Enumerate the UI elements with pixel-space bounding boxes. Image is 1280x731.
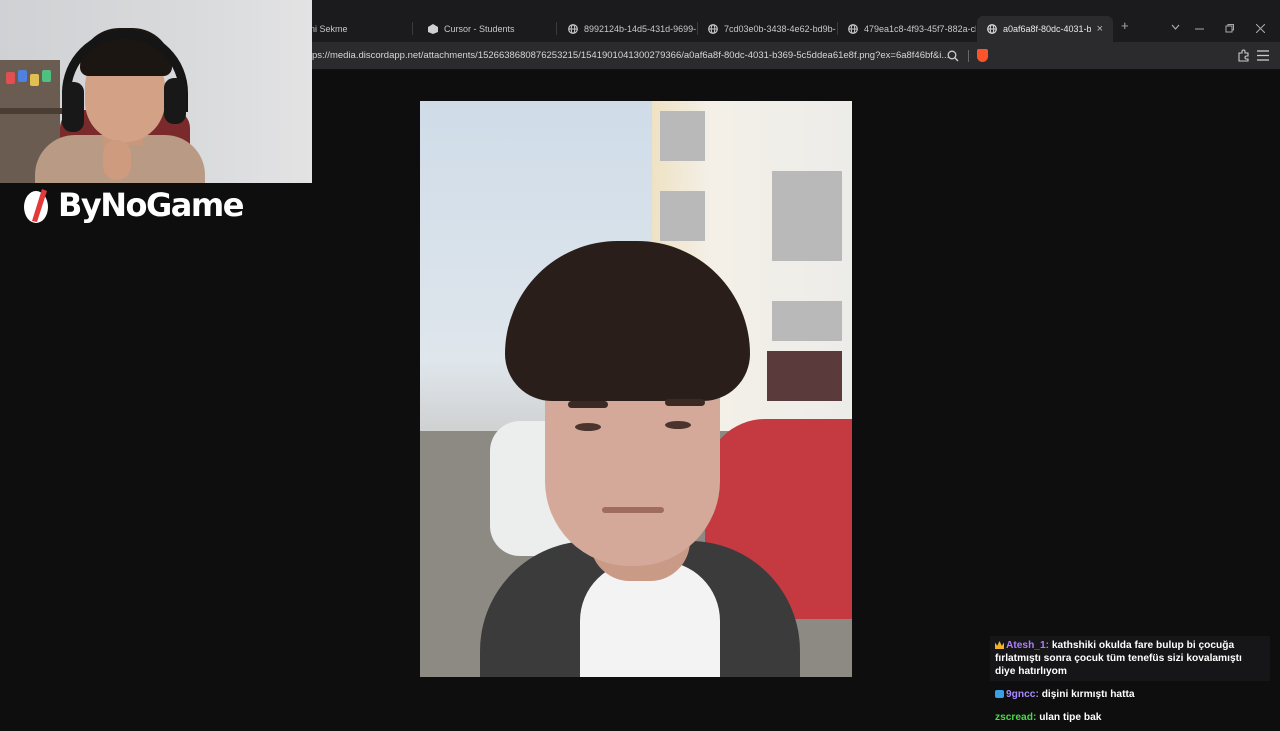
- photo-eye: [665, 421, 691, 429]
- logo-text: ByNoGame: [58, 186, 244, 224]
- maximize-icon[interactable]: [1225, 24, 1234, 33]
- stream-chat: Atesh_1: kathshiki okulda fare bulup bi …: [990, 636, 1270, 731]
- globe-icon: [568, 24, 578, 34]
- new-tab-button[interactable]: +: [1121, 18, 1129, 33]
- minimize-icon[interactable]: [1195, 28, 1204, 30]
- close-tab-icon[interactable]: ×: [1097, 23, 1103, 35]
- globe-icon: [848, 24, 858, 34]
- photo-mouth: [602, 507, 664, 513]
- chat-username[interactable]: zscread:: [995, 712, 1036, 723]
- chat-message: zscread: ulan tipe bak: [990, 708, 1270, 727]
- tab-label: a0af6a8f-80dc-4031-b369: [1003, 24, 1091, 34]
- chat-username[interactable]: Atesh_1:: [1006, 640, 1049, 651]
- cube-icon: [995, 690, 1004, 698]
- headphone-cup: [164, 78, 186, 124]
- webcam-shelf-board: [0, 108, 62, 114]
- tab-label: 479ea1c8-4f93-45f7-882a-cb: [864, 24, 976, 34]
- tab-label: Cursor - Students: [444, 24, 515, 34]
- webcam-hand: [103, 140, 131, 180]
- menu-icon[interactable]: [1257, 50, 1269, 61]
- webcam-toy: [6, 72, 15, 84]
- webcam-overlay: [0, 0, 312, 183]
- headphone-cup: [62, 82, 84, 132]
- chat-text: dişini kırmıştı hatta: [1041, 689, 1135, 700]
- zoom-icon[interactable]: [947, 50, 959, 62]
- displayed-photo[interactable]: [420, 101, 852, 677]
- address-divider: [968, 50, 969, 62]
- chat-message: Atesh_1: kathshiki okulda fare bulup bi …: [990, 636, 1270, 681]
- globe-icon: [987, 24, 997, 34]
- globe-icon: [708, 24, 718, 34]
- crown-icon: [995, 641, 1004, 649]
- chat-username[interactable]: 9gncc:: [1006, 689, 1039, 700]
- photo-brow: [568, 401, 608, 408]
- webcam-toy: [42, 70, 51, 82]
- tab-image-2[interactable]: 7cd03e0b-3438-4e62-bd9b-0: [698, 16, 836, 42]
- webcam-toy: [18, 70, 27, 82]
- tab-separator: [412, 22, 413, 35]
- tab-label: 7cd03e0b-3438-4e62-bd9b-0: [724, 24, 836, 34]
- extensions-icon[interactable]: [1237, 49, 1250, 62]
- tab-new-tab[interactable]: ni Sekme: [300, 16, 408, 42]
- tab-label: ni Sekme: [310, 24, 348, 34]
- close-window-icon[interactable]: [1256, 24, 1265, 33]
- tab-cursor-students[interactable]: Cursor - Students: [418, 16, 553, 42]
- bynogame-logo: ByNoGame: [22, 185, 244, 225]
- url-field[interactable]: ps://media.discordapp.net/attachments/15…: [312, 50, 949, 61]
- tab-separator: [556, 22, 557, 35]
- tab-image-1[interactable]: 8992124b-14d5-431d-9699-3: [558, 16, 696, 42]
- tab-image-active[interactable]: a0af6a8f-80dc-4031-b369 ×: [977, 16, 1113, 42]
- bynogame-logo-icon: [24, 189, 48, 223]
- tab-image-3[interactable]: 479ea1c8-4f93-45f7-882a-cb: [838, 16, 976, 42]
- brave-shield-icon[interactable]: [977, 49, 988, 62]
- tab-label: 8992124b-14d5-431d-9699-3: [584, 24, 696, 34]
- cursor-icon: [428, 24, 438, 34]
- chevron-down-icon[interactable]: [1171, 24, 1180, 30]
- photo-eye: [575, 423, 601, 431]
- photo-brow: [665, 399, 705, 406]
- chat-message: 9gncc: dişini kırmıştı hatta: [990, 685, 1270, 704]
- chat-text: ulan tipe bak: [1039, 712, 1102, 723]
- webcam-toy: [30, 74, 39, 86]
